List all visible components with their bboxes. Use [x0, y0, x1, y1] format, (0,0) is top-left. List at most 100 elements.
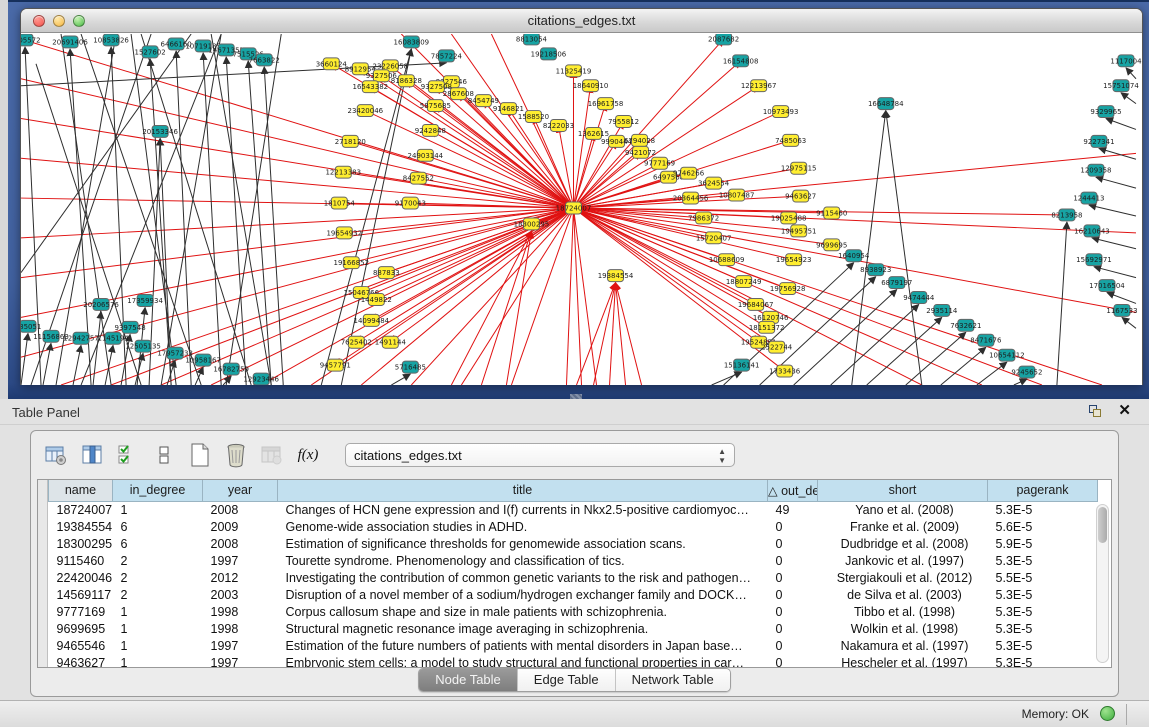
column-header-pagerank[interactable]: pagerank	[988, 480, 1098, 501]
column-header-short[interactable]: short	[818, 480, 988, 501]
table-row[interactable]: 1456911722003Disruption of a novel membe…	[49, 586, 1098, 603]
graph-edge[interactable]	[481, 231, 531, 385]
delete-table-icon[interactable]	[223, 442, 249, 468]
graph-edge[interactable]	[1106, 119, 1136, 130]
network-window-titlebar[interactable]: citations_edges.txt	[21, 9, 1142, 33]
graph-edge[interactable]	[831, 304, 919, 385]
graph-edge[interactable]	[566, 208, 573, 385]
row-header-gutter	[38, 480, 48, 667]
import-table-icon[interactable]	[259, 442, 285, 468]
graph-edge[interactable]	[1094, 267, 1136, 278]
graph-node-label: 8222033	[543, 122, 574, 130]
network-canvas[interactable]: 1872400718300295193845541132541918640910…	[21, 34, 1142, 385]
graph-edge[interactable]	[941, 347, 986, 385]
graph-edge[interactable]	[886, 111, 922, 385]
table-cell: Structural magnetic resonance image aver…	[278, 620, 768, 637]
graph-edge[interactable]	[573, 208, 581, 385]
graph-edge[interactable]	[264, 67, 283, 385]
column-header-in_degree[interactable]: in_degree	[113, 480, 203, 501]
column-header-year[interactable]: year	[203, 480, 278, 501]
table-row[interactable]: 1938455462009Genome-wide association stu…	[49, 518, 1098, 535]
graph-edge[interactable]	[906, 332, 966, 385]
column-header-name[interactable]: name	[49, 480, 113, 501]
graph-edge[interactable]	[852, 111, 886, 385]
clear-selection-icon[interactable]	[151, 442, 177, 468]
graph-node-label: 1145194	[98, 335, 130, 343]
table-row[interactable]: 969969511998Structural magnetic resonanc…	[49, 620, 1098, 637]
graph-edge[interactable]	[1092, 238, 1136, 249]
graph-edge[interactable]	[573, 208, 921, 385]
new-table-icon[interactable]	[187, 442, 213, 468]
column-settings-icon[interactable]	[43, 442, 69, 468]
memory-ok-icon[interactable]	[1100, 706, 1115, 721]
function-builder-icon[interactable]: f(x)	[295, 442, 321, 468]
graph-node-label: 10654112	[989, 352, 1025, 360]
table-row[interactable]: 977716911998Corpus callosum shape and si…	[49, 603, 1098, 620]
network-view-region: citations_edges.txt 18724007183002951938…	[0, 0, 1149, 399]
float-panel-icon[interactable]	[1089, 405, 1103, 419]
graph-edge[interactable]	[1014, 379, 1027, 385]
graph-edge[interactable]	[576, 283, 615, 385]
graph-edge[interactable]	[321, 49, 411, 385]
table-row[interactable]: 1830029562008Estimation of significance …	[49, 535, 1098, 552]
graph-edge[interactable]	[43, 343, 51, 385]
graph-edge[interactable]	[616, 283, 642, 385]
table-cell: 22420046	[49, 569, 113, 586]
graph-edge[interactable]	[211, 34, 271, 385]
column-header-out_de[interactable]: △ out_de…	[768, 480, 818, 501]
table-selector-dropdown[interactable]: citations_edges.txt ▲▼	[345, 443, 735, 467]
graph-edge[interactable]	[1057, 222, 1067, 385]
tab-node-table[interactable]: Node Table	[419, 669, 518, 691]
graph-edge[interactable]	[21, 208, 573, 278]
graph-edge[interactable]	[616, 283, 626, 385]
close-panel-icon[interactable]: ✕	[1118, 403, 1131, 419]
table-row[interactable]: 946362711997Embryonic stem cells: a mode…	[49, 654, 1098, 668]
graph-edge[interactable]	[391, 374, 410, 385]
table-cell: 1	[113, 603, 203, 620]
network-svg[interactable]: 1872400718300295193845541132541918640910…	[21, 34, 1142, 385]
column-header-title[interactable]: title	[278, 480, 768, 501]
graph-edge[interactable]	[1126, 68, 1136, 79]
table-cell: 2003	[203, 586, 278, 603]
graph-edge[interactable]	[21, 208, 573, 238]
graph-edge[interactable]	[1121, 93, 1136, 104]
tab-network-table[interactable]: Network Table	[616, 669, 730, 691]
table-cell: 1997	[203, 654, 278, 668]
graph-edge[interactable]	[93, 311, 101, 385]
graph-node-label: 6879197	[881, 279, 912, 287]
table-cell: Wolkin et al. (1998)	[818, 620, 988, 637]
graph-edge[interactable]	[411, 208, 573, 385]
graph-edge[interactable]	[1096, 177, 1136, 188]
graph-node-label: 9146821	[493, 105, 524, 113]
graph-edge[interactable]	[1122, 317, 1136, 328]
graph-edge[interactable]	[573, 208, 596, 385]
table-row[interactable]: 946554611997Estimation of the future num…	[49, 637, 1098, 654]
graph-edge[interactable]	[794, 290, 897, 385]
table-row[interactable]: 1872400712008Changes of HCN gene express…	[49, 501, 1098, 518]
tab-edge-table[interactable]: Edge Table	[518, 669, 616, 691]
graph-node-label: 15136141	[724, 362, 760, 370]
graph-edge[interactable]	[573, 104, 605, 208]
graph-node-label: 3660124	[316, 60, 348, 68]
graph-edge[interactable]	[1089, 205, 1136, 216]
table-cell: Corpus callosum shape and size in male p…	[278, 603, 768, 620]
graph-node-label: 19756928	[770, 285, 806, 293]
scrollbar-thumb[interactable]	[1098, 507, 1107, 543]
graph-edge[interactable]	[150, 59, 171, 385]
graph-edge[interactable]	[211, 208, 573, 385]
network-window: citations_edges.txt 18724007183002951938…	[20, 8, 1143, 385]
table-row[interactable]: 2242004622012Investigating the contribut…	[49, 569, 1098, 586]
graph-edge[interactable]	[21, 333, 28, 385]
graph-edge[interactable]	[867, 317, 942, 385]
vertical-scrollbar[interactable]	[1096, 504, 1109, 663]
show-columns-icon[interactable]	[79, 442, 105, 468]
select-all-icon[interactable]	[115, 442, 141, 468]
graph-node-label: 10688609	[709, 256, 745, 264]
table-cell: 5.5E-5	[988, 569, 1098, 586]
graph-edge[interactable]	[712, 372, 742, 385]
graph-edge[interactable]	[1107, 293, 1136, 304]
graph-node-label: 7625402	[341, 339, 372, 347]
node-table: namein_degreeyeartitle△ out_de…shortpage…	[37, 479, 1112, 668]
graph-edge[interactable]	[21, 34, 191, 273]
table-row[interactable]: 911546021997Tourette syndrome. Phenomeno…	[49, 552, 1098, 569]
